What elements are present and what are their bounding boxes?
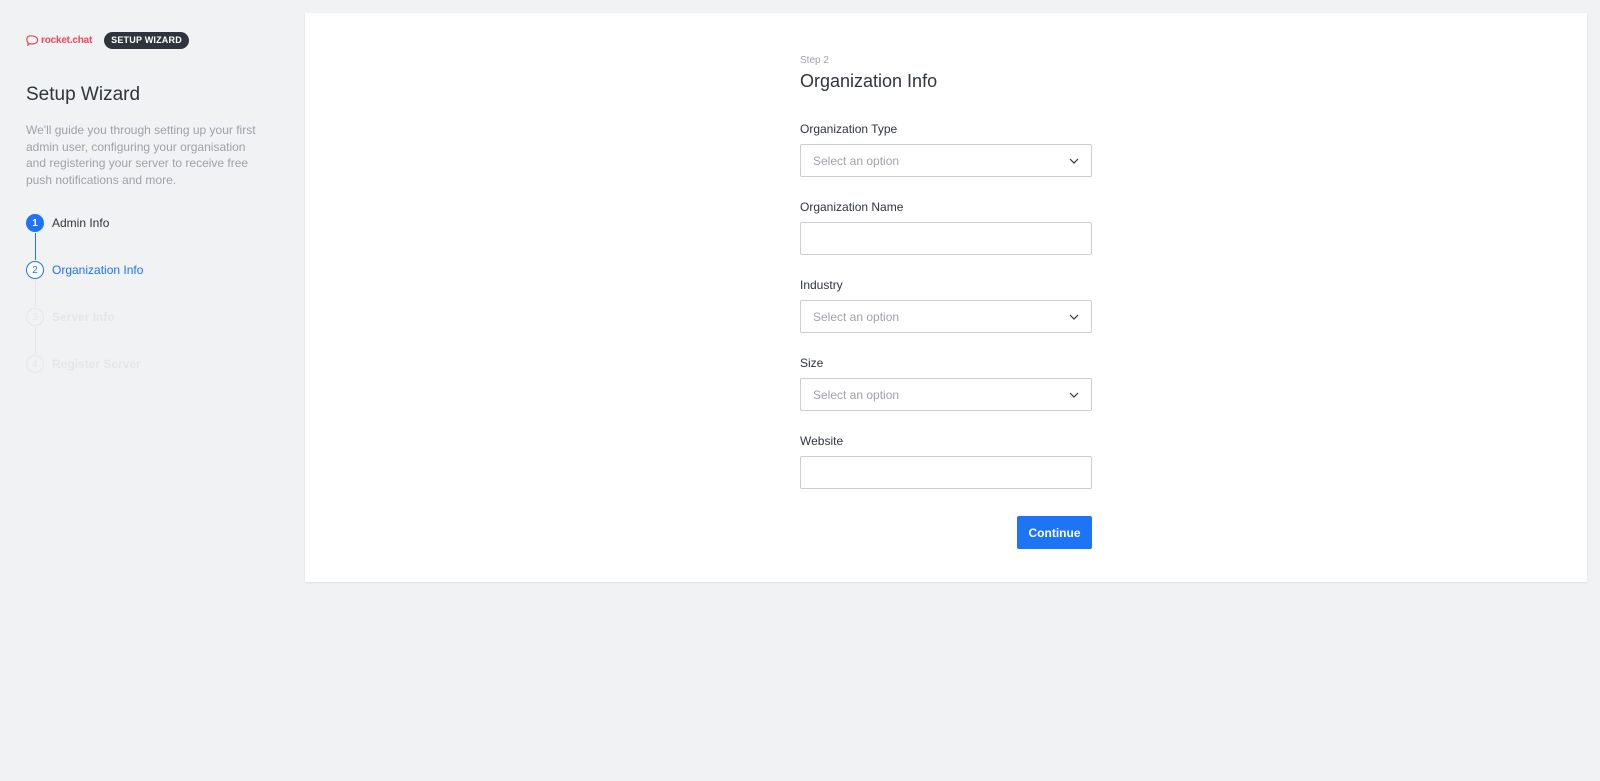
step-label-register-server: Register Server bbox=[52, 357, 141, 371]
industry-label: Industry bbox=[800, 278, 843, 292]
sidebar-description: We'll guide you through setting up your … bbox=[26, 123, 256, 187]
website-wrapper bbox=[800, 456, 1092, 489]
form-actions: Continue bbox=[800, 516, 1092, 549]
field-organization-type: Organization Type Select an option bbox=[800, 121, 1092, 177]
field-website: Website bbox=[800, 433, 1092, 489]
rocketchat-logo-icon bbox=[26, 34, 39, 46]
chevron-down-icon bbox=[1069, 158, 1079, 164]
main-card: Step 2 Organization Info Organization Ty… bbox=[305, 13, 1587, 582]
continue-button[interactable]: Continue bbox=[1017, 516, 1092, 549]
step-server-info: 3 Server Info bbox=[26, 307, 143, 354]
chevron-down-icon bbox=[1069, 314, 1079, 320]
organization-type-placeholder: Select an option bbox=[813, 153, 900, 168]
website-input[interactable] bbox=[813, 464, 1079, 481]
setup-wizard-tag: SETUP WIZARD bbox=[104, 31, 189, 49]
step-number-1: 1 bbox=[26, 214, 44, 232]
step-label-organization-info: Organization Info bbox=[52, 263, 144, 277]
website-label: Website bbox=[800, 434, 844, 448]
industry-select[interactable]: Select an option bbox=[800, 300, 1092, 333]
organization-type-label: Organization Type bbox=[800, 122, 898, 136]
step-admin-info: 1 Admin Info bbox=[26, 213, 143, 260]
brand-name: rocket.chat bbox=[41, 34, 93, 46]
organization-type-select[interactable]: Select an option bbox=[800, 144, 1092, 177]
step-indicator: Step 2 bbox=[800, 55, 829, 66]
setup-wizard-page: rocket.chat SETUP WIZARD Setup Wizard We… bbox=[0, 0, 1600, 781]
brand-header: rocket.chat SETUP WIZARD bbox=[26, 30, 278, 50]
step-connector bbox=[34, 327, 36, 354]
step-number-3: 3 bbox=[26, 308, 44, 326]
chevron-down-icon bbox=[1069, 392, 1079, 398]
size-select[interactable]: Select an option bbox=[800, 378, 1092, 411]
organization-name-label: Organization Name bbox=[800, 200, 904, 214]
step-connector bbox=[34, 280, 36, 307]
step-label-server-info: Server Info bbox=[52, 310, 115, 324]
organization-name-input[interactable] bbox=[813, 230, 1079, 247]
organization-info-form: Step 2 Organization Info Organization Ty… bbox=[800, 54, 1092, 549]
field-size: Size Select an option bbox=[800, 355, 1092, 411]
rocketchat-logo: rocket.chat bbox=[26, 35, 92, 46]
form-title: Organization Info bbox=[800, 71, 938, 91]
size-label: Size bbox=[800, 356, 824, 370]
field-organization-name: Organization Name bbox=[800, 199, 1092, 255]
step-organization-info: 2 Organization Info bbox=[26, 260, 144, 307]
step-connector bbox=[34, 233, 36, 260]
step-label-admin-info: Admin Info bbox=[52, 216, 110, 230]
sidebar-title: Setup Wizard bbox=[26, 84, 141, 105]
size-placeholder: Select an option bbox=[813, 387, 900, 402]
sidebar: rocket.chat SETUP WIZARD Setup Wizard We… bbox=[0, 0, 304, 781]
field-industry: Industry Select an option bbox=[800, 277, 1092, 333]
organization-name-wrapper bbox=[800, 222, 1092, 255]
step-register-server: 4 Register Server bbox=[26, 354, 143, 374]
industry-placeholder: Select an option bbox=[813, 309, 900, 324]
step-number-4: 4 bbox=[26, 355, 44, 373]
step-number-2: 2 bbox=[26, 261, 44, 279]
steps-list: 1 Admin Info 2 Organization Info 3 Serve… bbox=[26, 213, 143, 401]
